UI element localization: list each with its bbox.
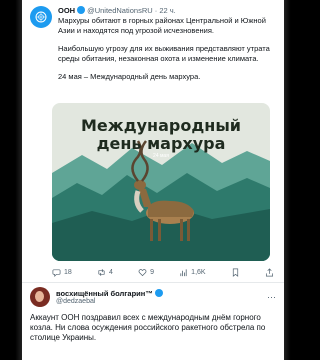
tweet-paragraph-1: Мархуры обитают в горных районах Централ… [58,16,266,35]
author-handle[interactable]: @UnitedNationsRU [87,6,153,15]
author-name[interactable]: ООН [58,6,75,15]
like-button[interactable]: 9 [138,268,154,277]
tweet-text: Мархуры обитают в горных районах Централ… [58,16,274,82]
un-avatar[interactable] [30,6,52,28]
tweet-image[interactable]: Международный день мархура 24 мая [52,103,270,261]
bookmark-icon [232,268,238,277]
image-title-line-2: день мархура [96,134,226,153]
reply-icon [52,269,61,277]
views-button[interactable]: 1,6K [179,268,206,277]
tweet-meta: ООН @UnitedNationsRU · 22 ч. [58,6,176,15]
share-button[interactable] [265,268,274,277]
share-icon [265,268,273,277]
image-title-line-1: Международный [81,116,241,135]
reply-author-name[interactable]: восхищённый болгарин™ [56,289,153,298]
more-options-icon[interactable]: ⋯ [267,292,276,303]
reply-avatar[interactable] [30,287,50,307]
phone-screen: ООН @UnitedNationsRU · 22 ч. Мархуры обит… [22,0,284,360]
tweet-time[interactable]: 22 ч. [159,6,175,15]
reply-button[interactable]: 18 [52,268,72,277]
verified-icon [77,6,86,14]
views-icon [180,269,187,277]
reply-count: 18 [64,269,72,276]
tweet-actions: 18 4 9 1,6K [52,268,274,277]
reply-author-line: восхищённый болгарин™ [56,288,163,298]
retweet-button[interactable]: 4 [97,268,113,277]
bookmark-button[interactable] [231,268,240,277]
image-date: 24 мая [153,153,169,159]
image-title: Международный день мархура [52,117,270,153]
reply-author-handle[interactable]: @dedzaebal [56,298,163,306]
photo-edge-right [284,0,306,360]
retweet-count: 4 [108,269,113,276]
reply-text: Аккаунт ООН поздравил всех с международн… [30,313,266,342]
tweet-paragraph-2: Наибольшую угрозу для их выживания предс… [58,44,270,63]
heart-icon [138,269,147,277]
reply-tweet: восхищённый болгарин™ @dedzaebal ⋯ Аккау… [22,283,284,347]
photo-edge-left [0,0,22,360]
tweet: ООН @UnitedNationsRU · 22 ч. Мархуры обит… [22,0,284,91]
views-count: 1,6K [191,269,206,276]
un-emblem-icon [35,11,47,23]
verified-icon [154,288,163,297]
tweet-paragraph-3: 24 мая – Международный день мархура. [58,72,201,81]
retweet-icon [98,269,105,276]
like-count: 9 [150,269,154,276]
